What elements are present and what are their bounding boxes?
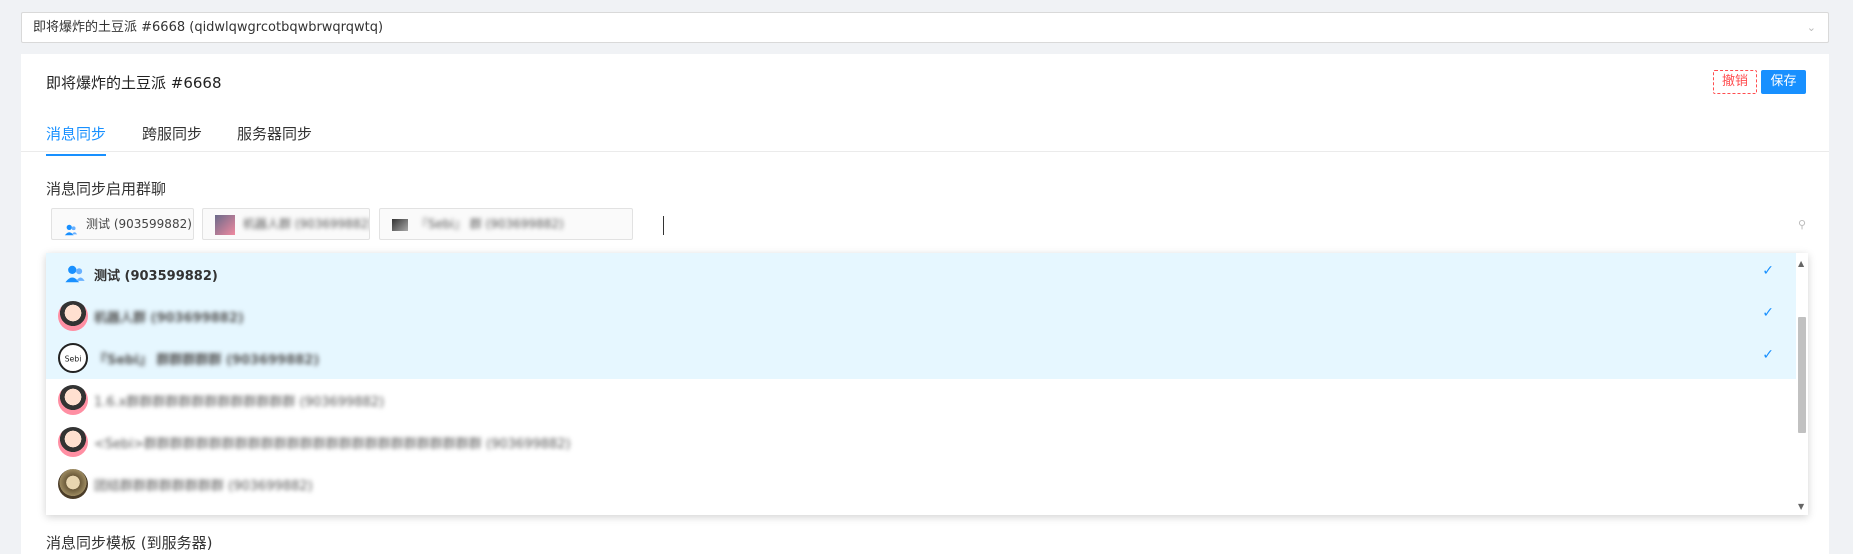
option-label: 机器人群 (903699882): [94, 311, 244, 326]
tag-label: 『Sebi』 群 (903699882): [416, 217, 564, 231]
tab-message-sync[interactable]: 消息同步: [46, 123, 107, 156]
avatar-image: [215, 214, 235, 235]
chevron-down-icon: ⌄: [1806, 21, 1816, 34]
scroll-thumb[interactable]: [1798, 317, 1806, 433]
check-icon: ✓: [1762, 263, 1774, 279]
logo-image: Sebi: [58, 343, 88, 373]
bot-select-value: 即将爆炸的土豆派 #6668 (qidwlqwgrcotbqwbrwqrqwtq…: [33, 20, 384, 35]
dropdown-option[interactable]: 1.6.x群群群群群群群群群群群群群 (903699882): [46, 379, 1796, 421]
tag-label: 测试 (903599882): [86, 217, 192, 231]
text-cursor: [663, 216, 664, 235]
save-button[interactable]: 保存: [1761, 70, 1806, 94]
card-title: 即将爆炸的土豆派 #6668: [46, 74, 222, 92]
template-section-label: 消息同步模板 (到服务器): [46, 534, 213, 552]
selected-tag[interactable]: 测试 (903599882): [51, 208, 194, 240]
dropdown-option[interactable]: 团结群群群群群群群群 (903699882): [46, 463, 1796, 505]
cancel-button[interactable]: 撤销: [1713, 70, 1757, 94]
dropdown-option[interactable]: 机器人群 (903699882) ✓: [46, 295, 1796, 337]
option-label: 『Sebi』 群群群群群 (903699882): [94, 353, 320, 368]
option-label: <Sebi>群群群群群群群群群群群群群群群群群群群群群群群群群群 (903699…: [94, 437, 571, 452]
group-icon: [64, 218, 78, 235]
avatar-image: [392, 218, 408, 231]
dropdown-option[interactable]: 测试 (903599882) ✓: [46, 253, 1796, 295]
avatar-image: [58, 301, 88, 331]
tab-cross-server-sync[interactable]: 跨服同步: [142, 123, 202, 154]
option-label: 1.6.x群群群群群群群群群群群群群 (903699882): [94, 395, 385, 410]
dropdown-option[interactable]: Sebi 『Sebi』 群群群群群 (903699882) ✓: [46, 337, 1796, 379]
group-dropdown: 测试 (903599882) ✓ 机器人群 (903699882) ✓ Sebi…: [46, 253, 1808, 515]
selected-tag[interactable]: 『Sebi』 群 (903699882): [379, 208, 633, 240]
search-icon: ⚲: [1797, 218, 1806, 231]
avatar-image: [58, 385, 88, 415]
dropdown-option[interactable]: <Sebi>群群群群群群群群群群群群群群群群群群群群群群群群群群 (903699…: [46, 421, 1796, 463]
option-label: 团结群群群群群群群群 (903699882): [94, 479, 313, 494]
selected-tag[interactable]: 机器人群 (903699882): [202, 208, 370, 240]
tag-label: 机器人群 (903699882): [243, 217, 370, 231]
dropdown-scrollbar[interactable]: ▲ ▼: [1796, 253, 1808, 515]
group-icon: [64, 263, 86, 285]
scroll-down-icon[interactable]: ▼: [1798, 502, 1804, 511]
check-icon: ✓: [1762, 305, 1774, 321]
svg-text:Sebi: Sebi: [65, 354, 82, 363]
section-label: 消息同步启用群聊: [46, 180, 167, 198]
avatar-image: [58, 427, 88, 457]
group-select-input[interactable]: 测试 (903599882) 机器人群 (903699882) 『Sebi』 群…: [46, 208, 1816, 244]
tab-server-sync[interactable]: 服务器同步: [237, 123, 312, 154]
scroll-up-icon[interactable]: ▲: [1798, 259, 1804, 268]
option-label: 测试 (903599882): [94, 269, 218, 284]
check-icon: ✓: [1762, 347, 1774, 363]
avatar-image: [58, 469, 88, 499]
tab-bar: 消息同步 跨服同步 服务器同步: [21, 114, 1829, 156]
bot-select[interactable]: 即将爆炸的土豆派 #6668 (qidwlqwgrcotbqwbrwqrqwtq…: [21, 12, 1829, 43]
